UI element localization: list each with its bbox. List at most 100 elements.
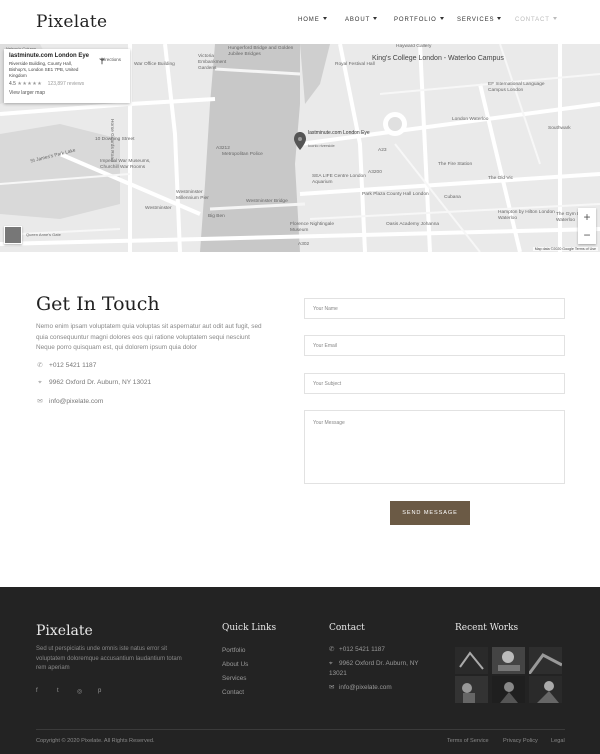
phone-icon: ✆ xyxy=(37,362,43,369)
zoom-out-button[interactable]: − xyxy=(578,226,596,244)
name-placeholder: Your Name xyxy=(313,306,338,312)
contact-email: ✉ info@pixelate.com xyxy=(36,397,103,405)
contact-phone-text: +012 5421 1187 xyxy=(49,362,97,369)
nav-services[interactable]: SERVICES xyxy=(457,17,502,23)
contact-address-text: 9962 Oxford Dr. Auburn, NY 13021 xyxy=(49,379,152,386)
email-field[interactable]: Your Email xyxy=(304,335,565,356)
map-label-a3200: A3200 xyxy=(368,170,382,175)
quick-links-heading: Quick Links xyxy=(222,623,277,633)
map-label-festival: Royal Festival Hall xyxy=(335,62,375,67)
recent-work-thumbnail[interactable] xyxy=(492,676,525,703)
map-label-war-office: War Office Building xyxy=(134,62,175,67)
twitter-icon[interactable]: t xyxy=(57,688,59,694)
contact-heading: Get In Touch xyxy=(36,293,160,315)
recent-work-thumbnail[interactable] xyxy=(455,676,488,703)
contact-email-text: info@pixelate.com xyxy=(49,398,104,405)
footer-link-services[interactable]: Services xyxy=(222,675,247,682)
nav-portfolio-label: PORTFOLIO xyxy=(394,17,437,23)
footer-address: ⌖ 9962 Oxford Dr. Auburn, NY 13021 xyxy=(329,659,429,679)
copyright-text: Copyright © 2020 Pixelate. All Rights Re… xyxy=(36,738,155,744)
nav-home-label: HOME xyxy=(298,17,320,23)
map-label-london-eye: lastminute.com London Eye xyxy=(308,130,370,136)
legal-link[interactable]: Legal xyxy=(551,738,565,744)
map-label-hampton: Hampton by Hilton London Waterloo xyxy=(498,210,555,221)
footer-link-contact[interactable]: Contact xyxy=(222,689,244,696)
footer-email: ✉ info@pixelate.com xyxy=(329,683,392,693)
map-label-westminster-bridge: Westminster Bridge xyxy=(246,199,288,204)
email-placeholder: Your Email xyxy=(313,343,337,349)
map-label-southwark: Southwark xyxy=(548,126,571,131)
map-label-hayward: Hayward Gallery xyxy=(396,44,432,49)
footer-phone-text: +012 5421 1187 xyxy=(339,646,385,653)
chevron-down-icon xyxy=(322,17,327,20)
map-label-metropolitan: Metropolitan Police xyxy=(222,152,263,157)
map-marker-icon: ⌖ xyxy=(38,379,42,386)
map-label-queen-annes: Queen Anne's Gate xyxy=(26,232,61,237)
instagram-icon[interactable]: ◎ xyxy=(77,688,82,695)
map-label-aquarium: SEA LIFE Centre London Aquarium xyxy=(312,174,366,185)
contact-address: ⌖ 9962 Oxford Dr. Auburn, NY 13021 xyxy=(36,379,151,387)
star-icon: ★★★★★ xyxy=(17,81,43,87)
contact-phone: ✆ +012 5421 1187 xyxy=(36,361,96,369)
map-label-westminster-pier: Westminster Millennium Pier xyxy=(176,190,209,201)
nav-about[interactable]: ABOUT xyxy=(345,17,378,23)
recent-work-thumbnail[interactable] xyxy=(529,676,562,703)
rating-value: 4.5 xyxy=(9,81,16,87)
nav-services-label: SERVICES xyxy=(457,17,495,23)
zoom-control: + − xyxy=(578,208,596,244)
footer-logo[interactable]: Pixelate xyxy=(36,623,93,639)
recent-work-thumbnail[interactable] xyxy=(492,647,525,674)
recent-works-grid xyxy=(455,647,565,703)
nav-contact[interactable]: CONTACT xyxy=(515,17,557,23)
map-label-westminster: Westminster xyxy=(145,206,172,211)
footer-about: Sed ut perspiciatis unde omnis iste natu… xyxy=(36,646,182,671)
map-label-a23: A23 xyxy=(378,148,387,153)
map-label-bridges: Hungerford Bridge and Golden Jubilee Bri… xyxy=(228,46,294,57)
nav-home[interactable]: HOME xyxy=(298,17,327,23)
footer-contact-heading: Contact xyxy=(329,623,365,633)
reviews-link[interactable]: 123,897 reviews xyxy=(48,81,84,87)
map-label-a3212: A3212 xyxy=(216,146,230,151)
site-footer: Pixelate Sed ut perspiciatis unde omnis … xyxy=(0,587,600,754)
street-view-icon[interactable] xyxy=(4,226,22,244)
recent-work-thumbnail[interactable] xyxy=(529,647,562,674)
message-field[interactable]: Your Message xyxy=(304,410,565,484)
recent-work-thumbnail[interactable] xyxy=(455,647,488,674)
envelope-icon: ✉ xyxy=(329,684,335,691)
map-label-old-vic: The Old Vic xyxy=(488,176,513,181)
footer-divider xyxy=(36,729,565,730)
larger-map-link[interactable]: View larger map xyxy=(9,90,125,96)
directions-button[interactable]: Directions xyxy=(98,57,124,65)
map-label-florence: Florence Nightingale Museum xyxy=(290,222,334,233)
pinterest-icon[interactable]: p xyxy=(98,688,101,694)
map-label-big-ben: Big Ben xyxy=(208,214,225,219)
directions-icon xyxy=(99,57,105,65)
send-message-button[interactable]: SEND MESSAGE xyxy=(390,501,470,525)
nav-about-label: ABOUT xyxy=(345,17,371,23)
nav-portfolio[interactable]: PORTFOLIO xyxy=(394,17,444,23)
subject-field[interactable]: Your Subject xyxy=(304,373,565,394)
name-field[interactable]: Your Name xyxy=(304,298,565,319)
map-label-downing: 10 Downing Street xyxy=(95,137,135,142)
site-logo[interactable]: Pixelate xyxy=(36,12,107,32)
place-address: Riverside Building, County Hall, Bishop'… xyxy=(9,61,79,78)
footer-link-about[interactable]: About Us xyxy=(222,661,248,668)
footer-link-portfolio[interactable]: Portfolio xyxy=(222,647,245,654)
footer-email-text[interactable]: info@pixelate.com xyxy=(339,684,392,691)
map-label-kings-college: King's College London - Waterloo Campus xyxy=(372,55,504,62)
footer-phone: ✆ +012 5421 1187 xyxy=(329,645,385,655)
map-label-a302: A302 xyxy=(298,242,310,247)
map-attribution[interactable]: Map data ©2020 Google Terms of Use xyxy=(532,247,598,251)
map-label-pin-sub: Iconic riverside xyxy=(308,143,335,148)
map-marker-icon: ⌖ xyxy=(329,660,333,667)
location-map[interactable]: King's College London - Waterloo Campus … xyxy=(0,44,600,252)
place-info-card: lastminute.com London Eye Riverside Buil… xyxy=(4,49,130,103)
contact-description: Nemo enim ipsam voluptatem quia voluptas… xyxy=(36,323,262,351)
map-label-ef: EF International Language Campus London xyxy=(488,82,545,93)
facebook-icon[interactable]: f xyxy=(36,688,38,694)
map-label-oasis: Oasis Academy Johanna xyxy=(386,222,440,227)
zoom-in-button[interactable]: + xyxy=(578,208,596,226)
terms-link[interactable]: Terms of Service xyxy=(447,738,489,744)
phone-icon: ✆ xyxy=(329,646,335,653)
privacy-link[interactable]: Privacy Policy xyxy=(503,738,538,744)
